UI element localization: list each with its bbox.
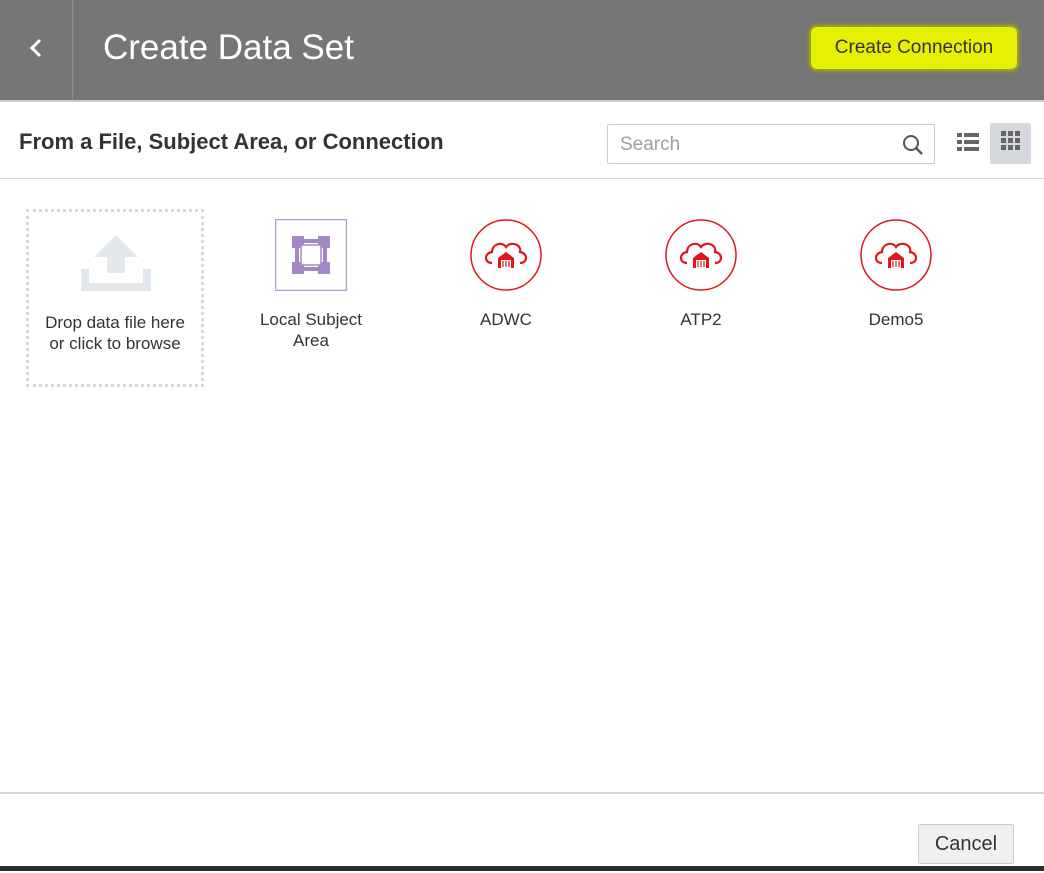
back-button[interactable] (0, 0, 73, 100)
chevron-left-icon (28, 36, 44, 65)
cancel-button[interactable]: Cancel (918, 824, 1014, 864)
page-title: Create Data Set (103, 28, 354, 67)
dialog-footer: Cancel (0, 792, 1044, 873)
create-connection-button[interactable]: Create Connection (811, 27, 1017, 69)
search-icon[interactable] (902, 134, 924, 156)
grid-view-icon (1000, 131, 1021, 156)
section-heading: From a File, Subject Area, or Connection (19, 129, 444, 154)
toolbar: From a File, Subject Area, or Connection (0, 102, 1044, 179)
drop-zone-label: Drop data file here or click to browse (45, 313, 185, 353)
grid-view-button[interactable] (990, 123, 1031, 164)
tile-label: Demo5 (868, 310, 924, 329)
data-source-grid: Drop data file here or click to browse L… (0, 179, 1044, 792)
subject-area-icon (274, 218, 348, 292)
search-box[interactable] (607, 124, 935, 164)
file-drop-zone[interactable]: Drop data file here or click to browse (26, 209, 204, 387)
cloud-database-icon (665, 219, 737, 291)
bottom-border (0, 866, 1044, 871)
cloud-database-icon (470, 219, 542, 291)
cloud-database-icon (860, 219, 932, 291)
tile-label: Local Subject Area (259, 310, 363, 350)
tile-label: ADWC (480, 310, 532, 329)
list-view-button[interactable] (954, 125, 982, 163)
search-input[interactable] (620, 132, 890, 158)
upload-icon (79, 233, 153, 298)
tile-label: ATP2 (680, 310, 722, 329)
list-view-icon (957, 132, 979, 157)
dialog-header: Create Data Set Create Connection (0, 0, 1044, 102)
